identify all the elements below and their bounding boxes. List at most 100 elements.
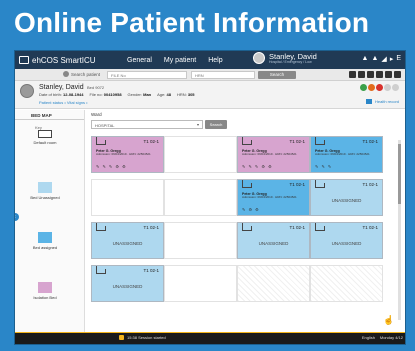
nav-general[interactable]: General (127, 57, 152, 64)
nav-my-patient[interactable]: My patient (164, 57, 196, 64)
main-nav: General My patient Help (127, 57, 223, 64)
status-indicators (360, 84, 399, 91)
bed-patient-details: Admission: 09/04/2019 · HRN: 22564521 (242, 152, 297, 156)
bed-patient-details: Admission: 09/04/2019 · HRN: 22564521 (315, 152, 370, 156)
ward-select[interactable]: HOSPITAL ▾ (91, 120, 203, 129)
bed-id: T1 02-1 (289, 139, 305, 144)
status-accent (15, 332, 405, 333)
tab-bed-map[interactable]: BED MAP (15, 110, 84, 120)
signal-icon[interactable]: ◢ (381, 55, 386, 63)
user-context: Hospital / Emergency / Low (269, 59, 312, 64)
collapse-handle[interactable]: ‹ (15, 213, 19, 221)
patient-bed: Bed 9072 (87, 85, 105, 90)
bed-actions[interactable]: ✎ ✎ ✎ (315, 164, 332, 169)
bed-id: T1 02-1 (143, 268, 159, 273)
legend-item: Bed Unassigned (25, 182, 65, 200)
bed-card-unassigned[interactable]: T1 02-1 UNASSIGNED (237, 222, 310, 259)
legend-label: Bed Unassigned (30, 195, 60, 200)
quick-icon[interactable] (385, 71, 392, 78)
quick-icon[interactable] (349, 71, 356, 78)
app-logo[interactable]: ehCOS SmartICU (19, 56, 127, 65)
bed-icon (96, 223, 106, 231)
quick-icon[interactable] (367, 71, 374, 78)
quick-icon[interactable] (394, 71, 401, 78)
bed-card-unassigned[interactable]: T1 02-1 UNASSIGNED (91, 222, 164, 259)
quick-icon[interactable] (376, 71, 383, 78)
unavailable-room (237, 265, 310, 302)
top-bar: ehCOS SmartICU General My patient Help S… (15, 51, 405, 69)
scrollbar[interactable] (398, 140, 401, 320)
bed-id: T1 02-1 (143, 139, 159, 144)
gender-value: Man (143, 92, 152, 97)
bed-id: T1 02-1 (362, 182, 378, 187)
status-dot[interactable] (368, 84, 375, 91)
user-name: Stanley, David (269, 51, 317, 61)
bed-actions[interactable]: ✎ ⚙ ⚙ (242, 207, 260, 212)
legend-label: Isolation Bed (33, 295, 57, 300)
status-dot[interactable] (392, 84, 399, 91)
exit-icon[interactable]: E (396, 55, 401, 63)
bed-actions[interactable]: ✎ ✎ ✎ ⚙ ⚙ (242, 164, 273, 169)
patient-links[interactable]: Patient status • Vital signs • (39, 100, 88, 105)
status-dot[interactable] (384, 84, 391, 91)
home-icon[interactable]: ▲ (362, 55, 369, 63)
age-label: Age: (157, 92, 166, 97)
file-value: 00410958 (103, 92, 122, 97)
app-name: ehCOS SmartICU (32, 55, 96, 65)
file-no-input[interactable]: FILE No (107, 71, 187, 79)
session-text: 15:38 Session started (127, 335, 166, 340)
quick-icons (349, 71, 401, 78)
status-dot[interactable] (360, 84, 367, 91)
dob-label: Date of birth: (39, 92, 62, 97)
bed-id: T1 02-1 (362, 139, 378, 144)
user-avatar (253, 52, 265, 64)
bed-status: UNASSIGNED (112, 241, 143, 246)
health-record-link[interactable]: Health record (365, 99, 399, 104)
bed-card-assigned[interactable]: T1 02-1 Peter G. Gregg Admission: 09/04/20… (310, 136, 383, 173)
legend-item: Isolation Bed (25, 282, 65, 300)
legend-swatch (38, 282, 52, 293)
search-button[interactable]: Search (258, 71, 296, 79)
patient-search-bar: Search patient FILE No HRN Search (15, 69, 405, 81)
bed-card-isolation[interactable]: T1 02-1 Peter G. Gregg Admission: 09/04/20… (91, 136, 164, 173)
bed-card-assigned[interactable]: T1 02-1 Peter G. Gregg Admission: 09/04/20… (237, 179, 310, 216)
bed-id: T1 02-1 (289, 182, 305, 187)
bed-icon (242, 180, 252, 188)
ward-search-button[interactable]: Search (205, 120, 227, 129)
patient-avatar (20, 84, 34, 98)
status-dot[interactable] (376, 84, 383, 91)
session-info: 15:38 Session started (119, 335, 166, 340)
bed-icon (315, 180, 325, 188)
search-label: Search patient (71, 71, 101, 77)
patient-details: Date of birth: 12-08-1944 File no: 00410… (39, 92, 195, 97)
scroll-thumb[interactable] (398, 144, 401, 204)
language-selector[interactable]: English (362, 335, 375, 340)
bed-grid: T1 02-1 Peter G. Gregg Admission: 09/04/20… (91, 136, 383, 326)
bed-icon (242, 137, 252, 145)
unavailable-room (310, 265, 383, 302)
monitor-icon (19, 56, 29, 64)
hrn-value: 305 (187, 92, 195, 97)
bed-card-unassigned[interactable]: T1 02-1 UNASSIGNED (310, 222, 383, 259)
bed-card-isolation[interactable]: T1 02-1 Peter G. Gregg Admission: 09/04/20… (237, 136, 310, 173)
legend-swatch (38, 182, 52, 193)
user-menu[interactable]: Stanley, David Hospital / Emergency / Lo… (253, 52, 317, 64)
quick-icon[interactable] (358, 71, 365, 78)
empty-room (164, 136, 237, 173)
bed-icon (96, 266, 106, 274)
bed-icon (96, 137, 106, 145)
hrn-input[interactable]: HRN (191, 71, 255, 79)
bed-status: UNASSIGNED (331, 198, 362, 203)
empty-room (91, 179, 164, 216)
bed-status: UNASSIGNED (112, 284, 143, 289)
toolbar-icons: ▲ ▲ ◢ ▸ E (362, 55, 401, 63)
legend-label: Default room (33, 140, 57, 145)
bed-actions[interactable]: ✎ ✎ ✎ ⚙ ⚙ (96, 164, 127, 169)
bed-card-unassigned[interactable]: T1 02-1 UNASSIGNED (310, 179, 383, 216)
status-bar: 15:38 Session started English Monday 4/1… (15, 332, 405, 344)
nav-help[interactable]: Help (208, 57, 222, 64)
alert-icon[interactable]: ▲ (371, 55, 378, 63)
bed-card-unassigned[interactable]: T1 02-1 UNASSIGNED (91, 265, 164, 302)
bed-patient-details: Admission: 09/04/2019 · HRN: 22564521 (242, 195, 297, 199)
menu-icon[interactable]: ▸ (390, 55, 394, 63)
